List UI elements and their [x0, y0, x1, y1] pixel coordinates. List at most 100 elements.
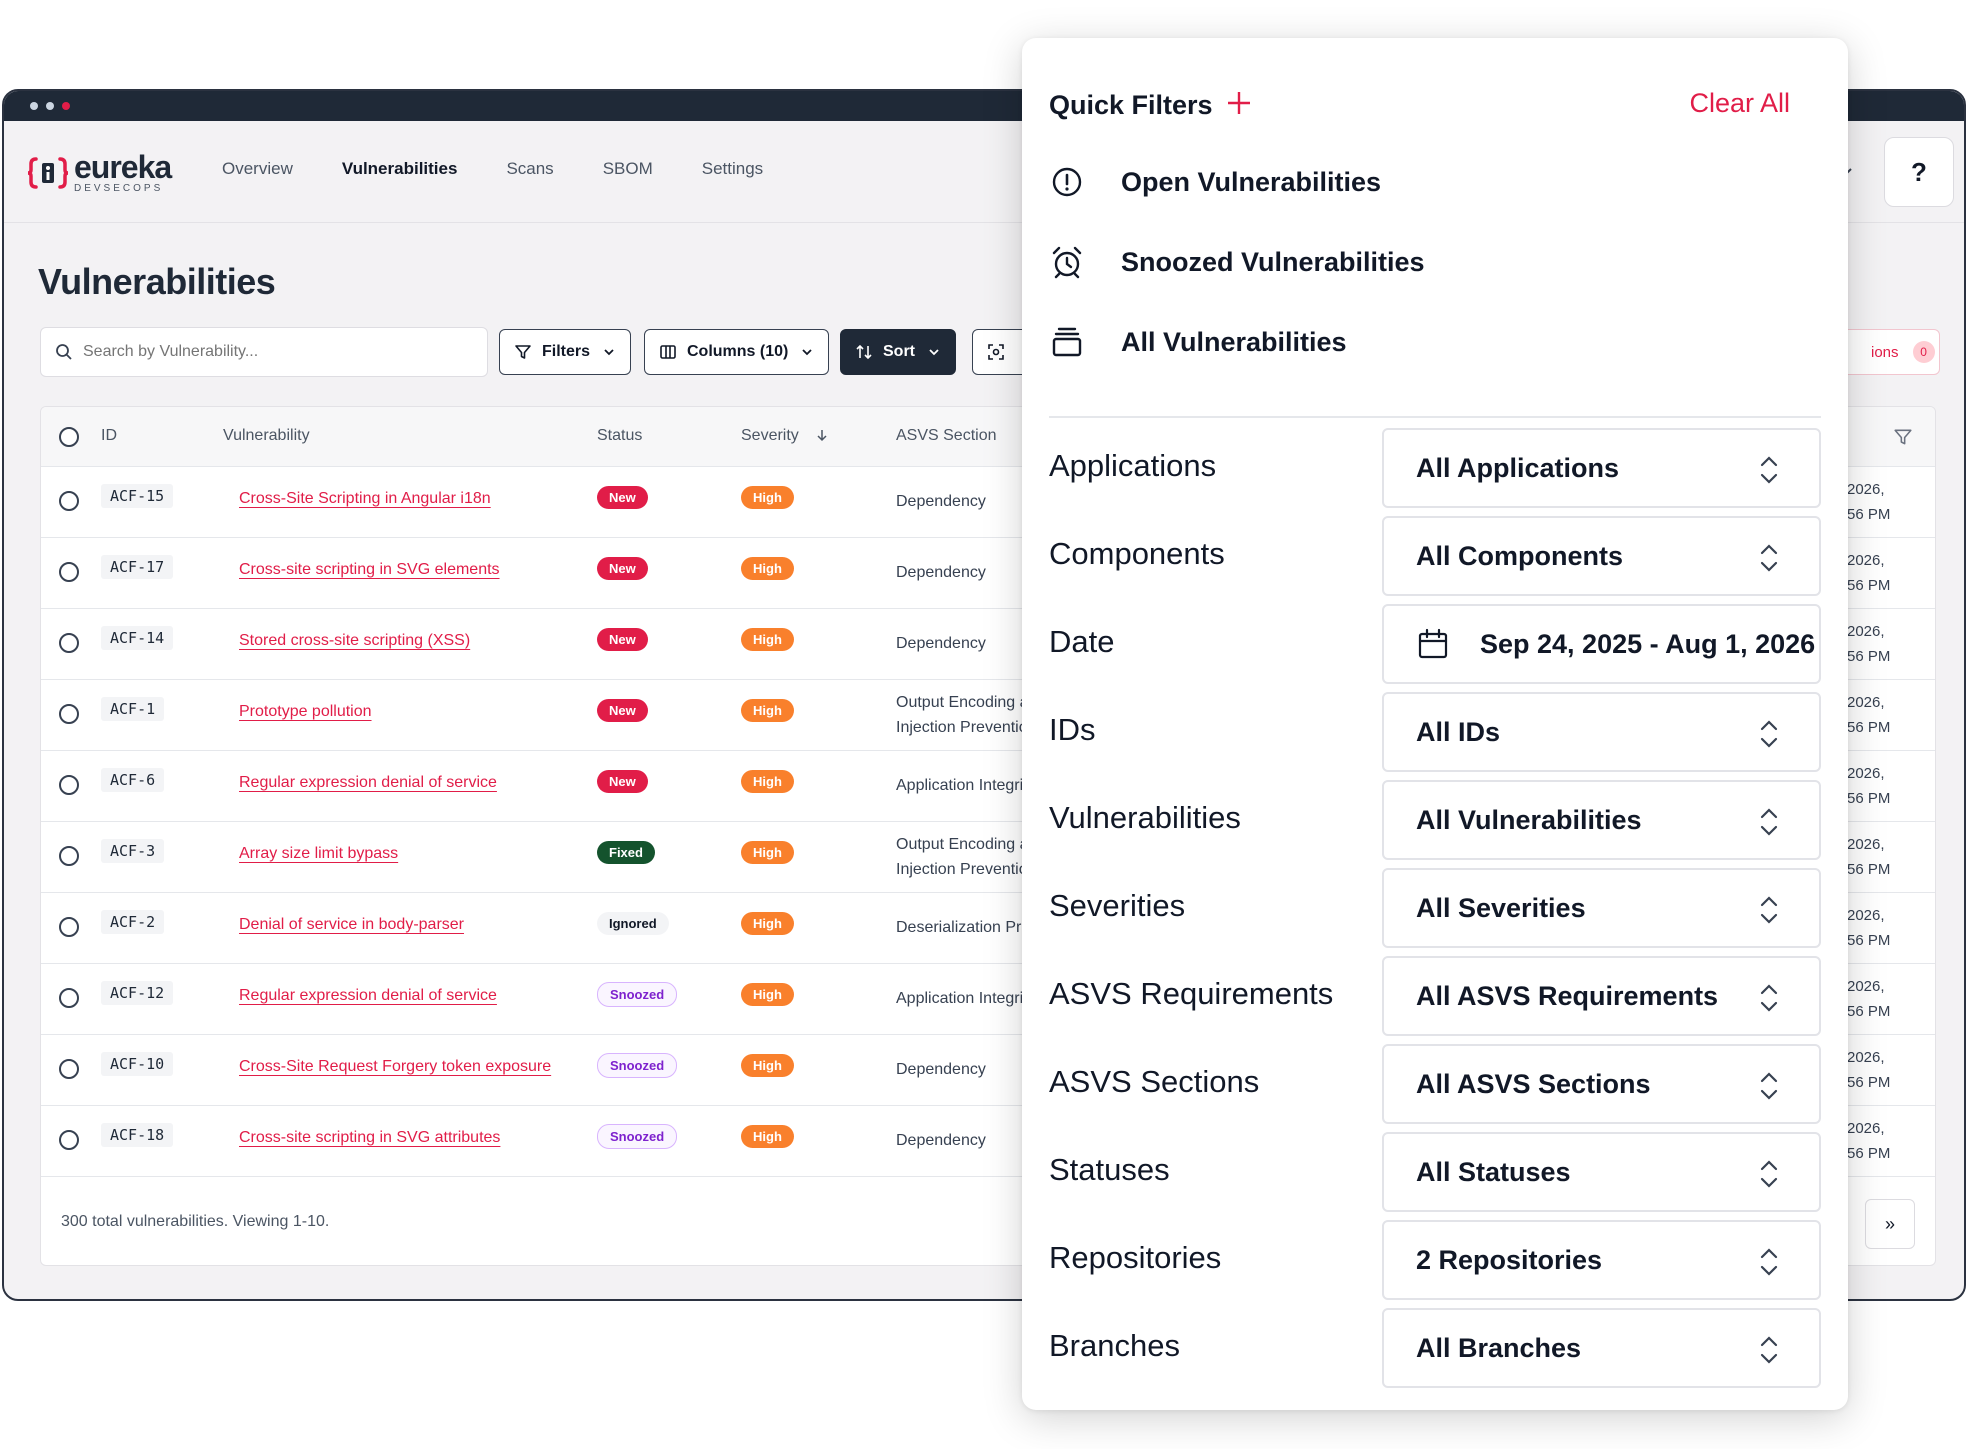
row-checkbox[interactable]: [59, 491, 79, 511]
components-select[interactable]: All Components: [1382, 516, 1821, 596]
header-severity[interactable]: Severity: [741, 427, 829, 445]
filter-label: Statuses: [1049, 1152, 1170, 1187]
vulnerability-id: ACF-10: [101, 1052, 174, 1076]
row-checkbox[interactable]: [59, 633, 79, 653]
asvs-section: Dependency: [896, 489, 986, 514]
date-text: 2026,: [1847, 694, 1885, 711]
filter-label: Repositories: [1049, 1240, 1222, 1275]
vulnerability-link[interactable]: Cross-site scripting in SVG attributes: [239, 1129, 500, 1146]
vulnerability-link[interactable]: Array size limit bypass: [239, 845, 398, 862]
severity-badge: High: [741, 983, 794, 1006]
filters-button[interactable]: Filters: [499, 329, 632, 375]
filter-row-branches: Branches All Branches: [1049, 1308, 1821, 1388]
row-checkbox[interactable]: [59, 1130, 79, 1150]
page-title: Vulnerabilities: [38, 261, 276, 302]
up-down-chevron-icon: [1760, 984, 1778, 1012]
row-checkbox[interactable]: [59, 704, 79, 724]
vulnerability-link[interactable]: Regular expression denial of service: [239, 774, 497, 791]
row-checkbox[interactable]: [59, 917, 79, 937]
sort-button[interactable]: Sort: [840, 329, 956, 375]
header-vulnerability[interactable]: Vulnerability: [223, 427, 310, 445]
row-checkbox[interactable]: [59, 775, 79, 795]
date-cell: 2026, 56 PM: [1847, 619, 1890, 669]
ids-select[interactable]: All IDs: [1382, 692, 1821, 772]
vulnerability-link[interactable]: Cross-Site Request Forgery token exposur…: [239, 1058, 551, 1075]
row-checkbox[interactable]: [59, 562, 79, 582]
vulnerability-link[interactable]: Stored cross-site scripting (XSS): [239, 632, 470, 649]
vulnerability-link[interactable]: Prototype pollution: [239, 703, 372, 720]
status-badge: New: [597, 486, 648, 509]
nav-scans[interactable]: Scans: [506, 159, 553, 179]
vulnerability-link[interactable]: Cross-site scripting in SVG elements: [239, 561, 500, 578]
vulnerability-id: ACF-6: [101, 768, 165, 792]
nav-vulnerabilities[interactable]: Vulnerabilities: [342, 159, 458, 179]
asvs-section-text: Deserialization Pre: [896, 919, 1031, 936]
repositories-select[interactable]: 2 Repositories: [1382, 1220, 1821, 1300]
date-cell: 2026, 56 PM: [1847, 761, 1890, 811]
row-checkbox[interactable]: [59, 846, 79, 866]
time-text: 56 PM: [1847, 506, 1891, 523]
filter-value: All Applications: [1416, 452, 1620, 483]
asvs-section-text: Dependency: [896, 1132, 986, 1149]
vulnerability-link[interactable]: Regular expression denial of service: [239, 987, 497, 1004]
date-cell: 2026, 56 PM: [1847, 1116, 1890, 1166]
preset-all-vulnerabilities[interactable]: All Vulnerabilities: [1049, 324, 1347, 360]
date-select[interactable]: Sep 24, 2025 - Aug 1, 2026: [1382, 604, 1821, 684]
sort-label: Sort: [883, 343, 915, 360]
asvs-sections-select[interactable]: All ASVS Sections: [1382, 1044, 1821, 1124]
branches-select[interactable]: All Branches: [1382, 1308, 1821, 1388]
nav-sbom[interactable]: SBOM: [603, 159, 653, 179]
severities-select[interactable]: All Severities: [1382, 868, 1821, 948]
actions-pill[interactable]: ions 0: [1840, 329, 1940, 375]
severity-badge: High: [741, 770, 794, 793]
asvs-requirements-select[interactable]: All ASVS Requirements: [1382, 956, 1821, 1036]
row-checkbox[interactable]: [59, 988, 79, 1008]
row-checkbox[interactable]: [59, 1059, 79, 1079]
vulnerability-id: ACF-3: [101, 839, 165, 863]
filter-row-vulnerabilities: Vulnerabilities All Vulnerabilities: [1049, 780, 1821, 860]
statuses-select[interactable]: All Statuses: [1382, 1132, 1821, 1212]
nav-overview[interactable]: Overview: [222, 159, 293, 179]
preset-snoozed-vulnerabilities[interactable]: Snoozed Vulnerabilities: [1049, 244, 1425, 280]
vulnerability-link[interactable]: Denial of service in body-parser: [239, 916, 464, 933]
select-all-checkbox[interactable]: [59, 427, 79, 447]
logo[interactable]: eureka DEVSECOPS: [28, 151, 172, 194]
filter-value: All Branches: [1416, 1332, 1582, 1363]
columns-button[interactable]: Columns (10): [644, 329, 830, 375]
header-asvs-section[interactable]: ASVS Section: [896, 427, 997, 445]
vulnerability-link[interactable]: Cross-Site Scripting in Angular i18n: [239, 490, 491, 507]
quick-filters-panel: Quick Filters Clear All Open Vulnerabili…: [1022, 38, 1848, 1410]
chevron-down-icon: [604, 349, 614, 356]
header-id[interactable]: ID: [101, 427, 117, 445]
filter-label: Vulnerabilities: [1049, 800, 1241, 835]
help-button[interactable]: ?: [1884, 137, 1954, 207]
asvs-section-text: Dependency: [896, 635, 986, 652]
preset-label: Snoozed Vulnerabilities: [1121, 246, 1425, 277]
filter-icon: [515, 345, 531, 359]
nav-settings[interactable]: Settings: [702, 159, 763, 179]
filter-label: Components: [1049, 536, 1225, 571]
window-close-dot-icon[interactable]: [62, 102, 70, 110]
filter-label: Severities: [1049, 888, 1186, 923]
vulnerabilities-select[interactable]: All Vulnerabilities: [1382, 780, 1821, 860]
date-text: 2026,: [1847, 623, 1885, 640]
filter-row-date: Date Sep 24, 2025 - Aug 1, 2026: [1049, 604, 1821, 684]
next-page-button[interactable]: »: [1865, 1199, 1915, 1249]
filter-value: Sep 24, 2025 - Aug 1, 2026: [1480, 628, 1816, 659]
column-filter-icon[interactable]: [1893, 427, 1913, 447]
filter-row-asvs-sections: ASVS Sections All ASVS Sections: [1049, 1044, 1821, 1124]
sort-down-icon: [817, 430, 827, 442]
header-status[interactable]: Status: [597, 427, 642, 445]
clear-all-button[interactable]: Clear All: [1689, 88, 1790, 119]
up-down-chevron-icon: [1760, 1336, 1778, 1364]
search-input[interactable]: [83, 343, 463, 361]
filter-value: All Statuses: [1416, 1156, 1571, 1187]
filter-label: Date: [1049, 624, 1115, 659]
applications-select[interactable]: All Applications: [1382, 428, 1821, 508]
preset-open-vulnerabilities[interactable]: Open Vulnerabilities: [1049, 164, 1381, 200]
add-filter-plus-icon[interactable]: [1224, 88, 1254, 118]
asvs-section-text: Output Encoding ar: [896, 694, 1034, 711]
filter-value: All ASVS Sections: [1416, 1068, 1651, 1099]
filter-label: ASVS Requirements: [1049, 976, 1334, 1011]
status-badge: New: [597, 770, 648, 793]
